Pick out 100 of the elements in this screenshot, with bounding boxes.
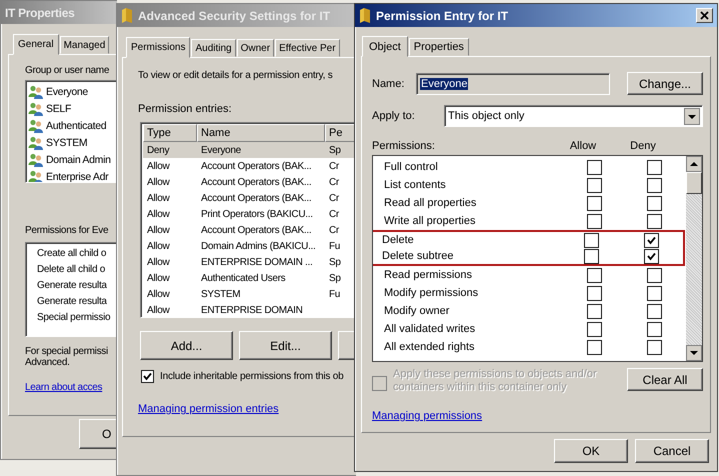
table-row[interactable]: Allow ENTERPRISE DOMAIN: [143, 302, 356, 317]
permission-name: List contents: [384, 179, 447, 191]
tab[interactable]: Object: [362, 36, 408, 57]
allow-checkbox[interactable]: [587, 160, 602, 174]
ok-button[interactable]: O: [79, 419, 117, 449]
table-cell-text: Allow: [146, 224, 171, 236]
table-row[interactable]: Allow SYSTEM Fu: [143, 286, 356, 302]
column-header[interactable]: Pe: [325, 124, 355, 142]
tab[interactable]: Owner: [236, 39, 274, 57]
table-cell-text: Print Operators (BAKICU...: [200, 208, 314, 220]
help-link[interactable]: Managing permission entries: [138, 403, 279, 415]
user-name[interactable]: Authenticated: [46, 120, 106, 132]
close-button[interactable]: [696, 8, 713, 23]
table-cell-text: Cr: [328, 224, 340, 236]
table-row[interactable]: Allow Authenticated Users Sp: [143, 270, 356, 286]
deny-checkbox[interactable]: [647, 286, 662, 300]
note-text: Advanced.: [25, 357, 71, 368]
deny-checkbox[interactable]: [644, 232, 659, 248]
user-name[interactable]: SELF: [46, 102, 72, 114]
dialog-button[interactable]: Add...: [140, 331, 233, 360]
allow-checkbox[interactable]: [587, 340, 602, 354]
clear-all-button[interactable]: Clear All: [627, 368, 703, 391]
table-row[interactable]: Allow Account Operators (BAK... Cr: [143, 222, 356, 238]
deny-checkbox[interactable]: [647, 304, 662, 318]
window-title: IT Properties: [5, 6, 74, 20]
list-label: Group or user name: [25, 65, 110, 76]
permission-name: Delete all child o: [37, 264, 106, 275]
permission-name: Modify owner: [384, 305, 450, 317]
deny-checkbox[interactable]: [647, 160, 662, 174]
user-name[interactable]: Everyone: [46, 86, 88, 98]
allow-checkbox[interactable]: [587, 322, 602, 336]
tab[interactable]: Managed: [60, 36, 110, 54]
scroll-thumb[interactable]: [686, 172, 702, 194]
table-row[interactable]: Allow Account Operators (BAK... Cr: [143, 158, 356, 174]
table-row[interactable]: Allow Print Operators (BAKICU... Cr: [143, 206, 356, 222]
deny-checkbox[interactable]: [647, 178, 662, 192]
table-row[interactable]: Allow Account Operators (BAK... Cr: [143, 190, 356, 206]
user-name[interactable]: SYSTEM: [46, 136, 88, 148]
dialog-button[interactable]: OK: [554, 439, 628, 463]
permission-name: All extended rights: [384, 341, 476, 353]
tab[interactable]: Effective Per: [275, 39, 340, 57]
user-name[interactable]: Enterprise Adr: [46, 170, 108, 182]
table-row[interactable]: Allow Domain Admins (BAKICU... Fu: [143, 238, 356, 254]
table-cell-text: Deny: [146, 144, 170, 156]
allow-checkbox[interactable]: [587, 304, 602, 318]
users-icon: [28, 84, 44, 98]
table-cell-text: Account Operators (BAK...: [200, 192, 312, 204]
table-cell-text: Allow: [146, 208, 171, 220]
allow-checkbox[interactable]: [587, 286, 602, 300]
allow-checkbox[interactable]: [587, 178, 602, 192]
tab[interactable]: Properties: [408, 38, 469, 56]
learn-link[interactable]: Learn about acces: [25, 382, 102, 393]
deny-checkbox[interactable]: [647, 322, 662, 336]
help-link[interactable]: Managing permissions: [372, 410, 703, 422]
deny-checkbox[interactable]: [647, 340, 662, 354]
change-button[interactable]: Change...: [627, 72, 703, 95]
table-row[interactable]: Deny Everyone Sp: [143, 142, 356, 158]
deny-checkbox[interactable]: [647, 268, 662, 282]
allow-checkbox[interactable]: [584, 248, 599, 264]
allow-checkbox[interactable]: [584, 232, 599, 248]
name-value: Everyone: [420, 78, 468, 90]
intro-text: To view or edit details for a permission entry, s: [138, 70, 333, 81]
scroll-down-icon[interactable]: [686, 345, 702, 361]
table-cell-text: Allow: [146, 288, 171, 300]
table-cell-text: ENTERPRISE DOMAIN: [200, 304, 304, 316]
table-row[interactable]: Allow ENTERPRISE DOMAIN ... Sp: [143, 254, 356, 270]
checkbox-label: Include inheritable permissions from this ob: [160, 371, 344, 382]
table-cell-text: Allow: [146, 256, 171, 268]
table-cell-text: ENTERPRISE DOMAIN ...: [200, 256, 314, 268]
dialog-button[interactable]: Cancel: [635, 439, 709, 463]
allow-checkbox[interactable]: [587, 214, 602, 228]
table-cell-text: Allow: [146, 240, 171, 252]
deny-checkbox[interactable]: [647, 214, 662, 228]
user-name[interactable]: Domain Admin: [46, 154, 111, 166]
deny-checkbox[interactable]: [647, 196, 662, 210]
table-row[interactable]: Allow Account Operators (BAK... Cr: [143, 174, 356, 190]
tab[interactable]: Auditing: [191, 39, 236, 57]
allow-checkbox[interactable]: [587, 196, 602, 210]
permission-name: Full control: [384, 161, 439, 173]
column-header[interactable]: Type: [143, 124, 197, 142]
name-field[interactable]: Everyone: [416, 72, 610, 94]
permission-name: Read permissions: [384, 269, 474, 281]
table-cell-text: Cr: [328, 176, 340, 188]
tab[interactable]: Permissions: [126, 37, 190, 58]
column-header[interactable]: Name: [197, 124, 325, 142]
folder-icon: [359, 8, 371, 23]
apply-dropdown[interactable]: This object only: [444, 105, 703, 127]
dialog-button[interactable]: Edit...: [239, 331, 332, 360]
checkbox[interactable]: [141, 370, 154, 383]
scroll-up-icon[interactable]: [686, 156, 702, 172]
table-cell-text: Fu: [328, 240, 342, 252]
scrollbar[interactable]: [686, 156, 702, 361]
table-cell-text: SYSTEM: [200, 288, 242, 300]
entries-label: Permission entries:: [138, 103, 232, 115]
deny-checkbox[interactable]: [644, 248, 659, 264]
allow-checkbox[interactable]: [587, 268, 602, 282]
table-cell-text: Account Operators (BAK...: [200, 176, 312, 188]
users-icon: [28, 136, 44, 150]
permission-name: All validated writes: [384, 323, 476, 335]
tab[interactable]: General: [13, 34, 59, 55]
